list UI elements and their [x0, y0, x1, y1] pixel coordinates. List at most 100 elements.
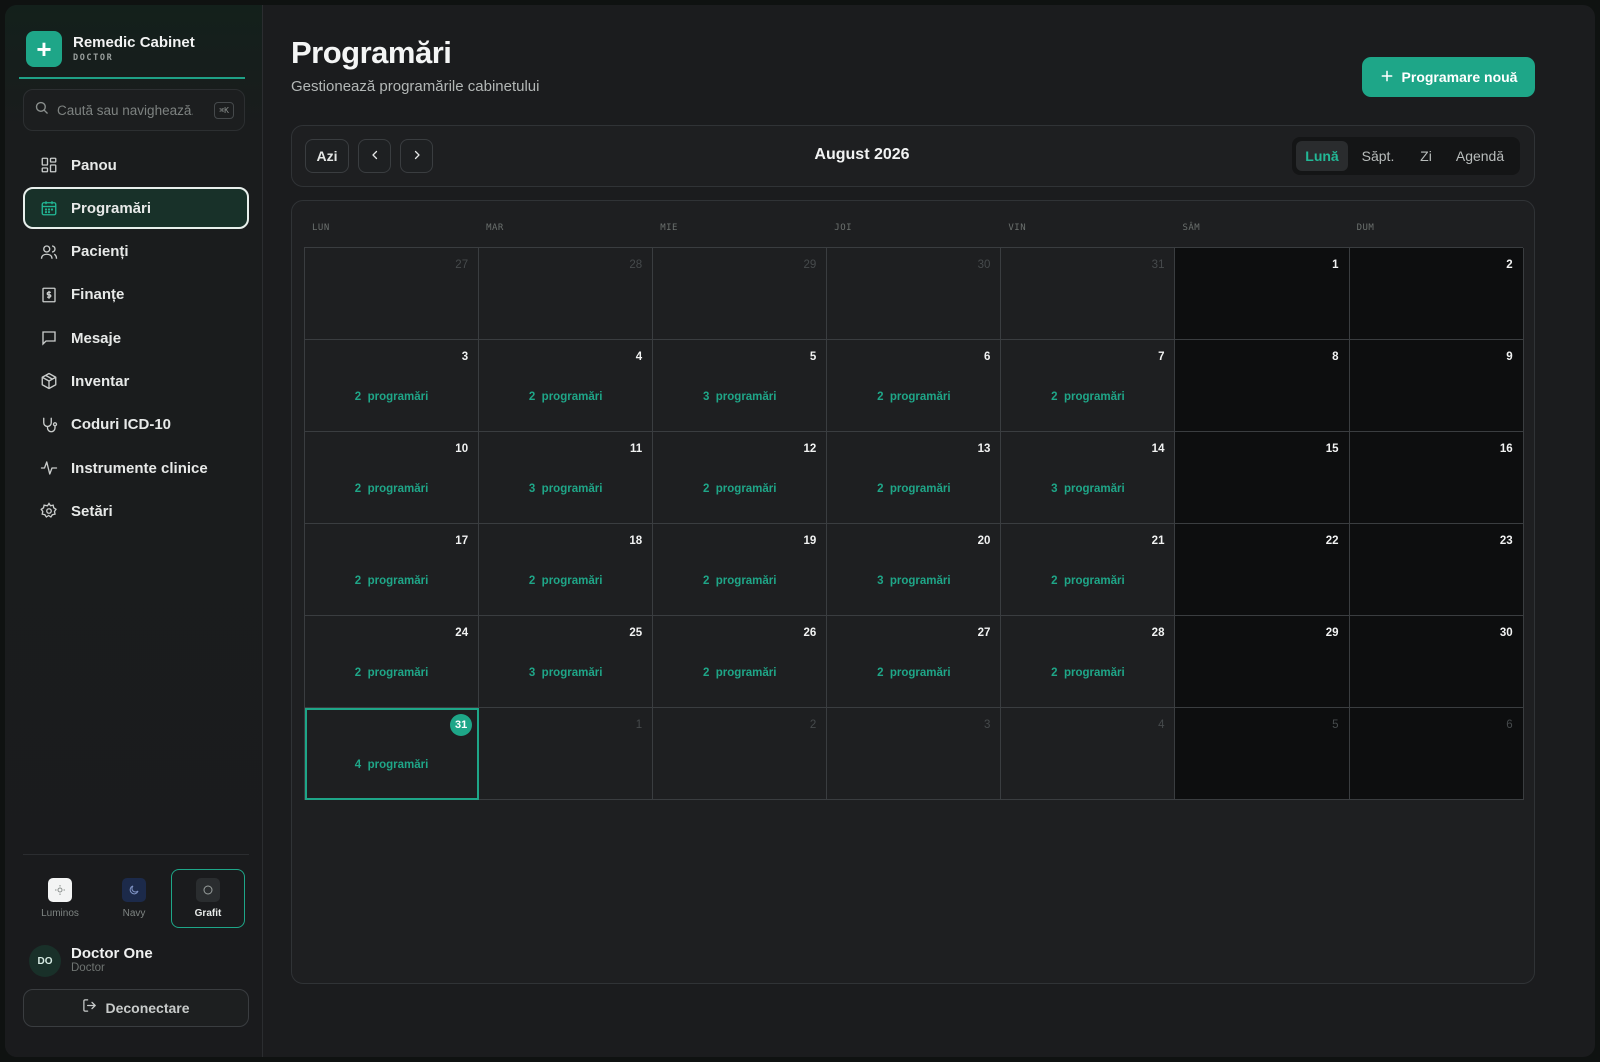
calendar-week-row: 31 4 programări 1 2 3 4 5 6 [305, 708, 1524, 800]
calendar-day-cell[interactable]: 13 2 programări [827, 432, 1002, 524]
view-day[interactable]: Zi [1408, 141, 1444, 171]
calendar-day-cell[interactable]: 4 2 programări [479, 340, 654, 432]
appointment-count-label: programări [367, 667, 429, 679]
calendar-day-cell[interactable]: 30 [1349, 616, 1524, 708]
calendar-day-cell[interactable]: 25 3 programări [479, 616, 654, 708]
calendar-day-cell[interactable]: 22 [1175, 524, 1350, 616]
search-shortcut: ⌘K [214, 101, 234, 119]
calendar-day-cell[interactable]: 21 2 programări [1001, 524, 1176, 616]
calendar-day-cell[interactable]: 31 [1001, 248, 1176, 340]
appointment-count-label: programări [1063, 575, 1125, 587]
appointment-count-number: 2 [702, 483, 710, 495]
appointment-count[interactable]: 3 programări [479, 483, 652, 495]
calendar-day-cell[interactable]: 28 [479, 248, 654, 340]
calendar-day-cell[interactable]: 6 2 programări [827, 340, 1002, 432]
calendar-day-cell[interactable]: 1 [1175, 248, 1350, 340]
theme-luminos[interactable]: Luminos [23, 869, 97, 928]
calendar-day-cell[interactable]: 2 [1349, 248, 1524, 340]
calendar-day-cell[interactable]: 16 [1349, 432, 1524, 524]
appointment-count[interactable]: 2 programări [479, 575, 652, 587]
sidebar-item-setari[interactable]: Setări [23, 490, 249, 532]
appointment-count[interactable]: 2 programări [305, 483, 478, 495]
appointment-count[interactable]: 2 programări [827, 483, 1000, 495]
appointment-count[interactable]: 2 programări [653, 575, 826, 587]
sidebar: + Remedic Cabinet DOCTOR ⌘K Panou Progra… [5, 5, 263, 1057]
calendar-day-cell[interactable]: 28 2 programări [1001, 616, 1176, 708]
calendar-day-cell[interactable]: 3 2 programări [305, 340, 480, 432]
sidebar-item-mesaje[interactable]: Mesaje [23, 317, 249, 359]
appointment-count[interactable]: 2 programări [479, 391, 652, 403]
appointment-count[interactable]: 3 programări [1001, 483, 1174, 495]
new-appointment-button[interactable]: Programare nouă [1362, 57, 1535, 97]
calendar-day-cell[interactable]: 2 [653, 708, 828, 800]
appointment-count[interactable]: 2 programări [1001, 667, 1174, 679]
calendar-day-cell[interactable]: 29 [1175, 616, 1350, 708]
calendar-day-cell[interactable]: 24 2 programări [305, 616, 480, 708]
calendar-day-cell[interactable]: 11 3 programări [479, 432, 654, 524]
day-number: 13 [977, 443, 991, 455]
sidebar-item-programari[interactable]: Programări [23, 187, 249, 230]
appointment-count[interactable]: 2 programări [653, 667, 826, 679]
calendar-day-cell[interactable]: 27 [305, 248, 480, 340]
user-profile[interactable]: DO Doctor One Doctor [29, 941, 249, 981]
calendar-day-cell[interactable]: 8 [1175, 340, 1350, 432]
appointment-count[interactable]: 3 programări [653, 391, 826, 403]
calendar-day-cell[interactable]: 3 [827, 708, 1002, 800]
calendar-day-cell[interactable]: 19 2 programări [653, 524, 828, 616]
appointment-count-label: programări [1063, 483, 1125, 495]
logout-button[interactable]: Deconectare [23, 989, 249, 1027]
day-number: 8 [1332, 351, 1339, 363]
appointment-count-number: 2 [528, 575, 536, 587]
search-box[interactable]: ⌘K [23, 89, 245, 131]
calendar-day-cell[interactable]: 7 2 programări [1001, 340, 1176, 432]
view-month[interactable]: Lună [1296, 141, 1348, 171]
sidebar-item-pacienti[interactable]: Pacienți [23, 231, 249, 273]
calendar-day-cell[interactable]: 20 3 programări [827, 524, 1002, 616]
calendar-day-cell[interactable]: 18 2 programări [479, 524, 654, 616]
appointment-count-label: programări [889, 575, 951, 587]
appointment-count[interactable]: 3 programări [479, 667, 652, 679]
calendar-day-cell[interactable]: 15 [1175, 432, 1350, 524]
calendar-day-cell-today[interactable]: 31 4 programări [305, 708, 480, 800]
gear-icon [39, 501, 59, 521]
appointment-count-label: programări [367, 575, 429, 587]
appointment-count[interactable]: 2 programări [305, 667, 478, 679]
sidebar-item-instrumente[interactable]: Instrumente clinice [23, 447, 249, 489]
calendar-day-cell[interactable]: 6 [1349, 708, 1524, 800]
appointment-count[interactable]: 2 programări [305, 575, 478, 587]
appointment-count[interactable]: 2 programări [653, 483, 826, 495]
calendar-day-cell[interactable]: 26 2 programări [653, 616, 828, 708]
appointment-count[interactable]: 2 programări [827, 667, 1000, 679]
appointment-count-label: programări [715, 575, 777, 587]
appointment-count[interactable]: 2 programări [827, 391, 1000, 403]
theme-navy[interactable]: Navy [97, 869, 171, 928]
sidebar-item-inventar[interactable]: Inventar [23, 360, 249, 402]
sidebar-item-finante[interactable]: Finanțe [23, 274, 249, 316]
appointment-count[interactable]: 4 programări [305, 759, 478, 771]
search-input[interactable] [57, 102, 193, 118]
calendar-day-cell[interactable]: 1 [479, 708, 654, 800]
calendar-day-cell[interactable]: 10 2 programări [305, 432, 480, 524]
calendar-day-cell[interactable]: 30 [827, 248, 1002, 340]
calendar-day-cell[interactable]: 17 2 programări [305, 524, 480, 616]
day-number: 1 [635, 719, 643, 731]
calendar-day-cell[interactable]: 23 [1349, 524, 1524, 616]
sidebar-item-panou[interactable]: Panou [23, 144, 249, 186]
calendar-day-cell[interactable]: 4 [1001, 708, 1176, 800]
calendar-day-cell[interactable]: 9 [1349, 340, 1524, 432]
appointment-count[interactable]: 2 programări [305, 391, 478, 403]
calendar-day-cell[interactable]: 29 [653, 248, 828, 340]
appointment-count[interactable]: 2 programări [1001, 575, 1174, 587]
calendar-day-cell[interactable]: 14 3 programări [1001, 432, 1176, 524]
calendar-day-cell[interactable]: 5 3 programări [653, 340, 828, 432]
view-week[interactable]: Săpt. [1348, 141, 1408, 171]
view-agenda[interactable]: Agendă [1444, 141, 1516, 171]
brand[interactable]: + Remedic Cabinet DOCTOR [19, 27, 245, 79]
appointment-count[interactable]: 2 programări [1001, 391, 1174, 403]
sidebar-item-icd10[interactable]: Coduri ICD-10 [23, 404, 249, 446]
calendar-day-cell[interactable]: 27 2 programări [827, 616, 1002, 708]
calendar-day-cell[interactable]: 12 2 programări [653, 432, 828, 524]
appointment-count[interactable]: 3 programări [827, 575, 1000, 587]
theme-grafit[interactable]: Grafit [171, 869, 245, 928]
calendar-day-cell[interactable]: 5 [1175, 708, 1350, 800]
